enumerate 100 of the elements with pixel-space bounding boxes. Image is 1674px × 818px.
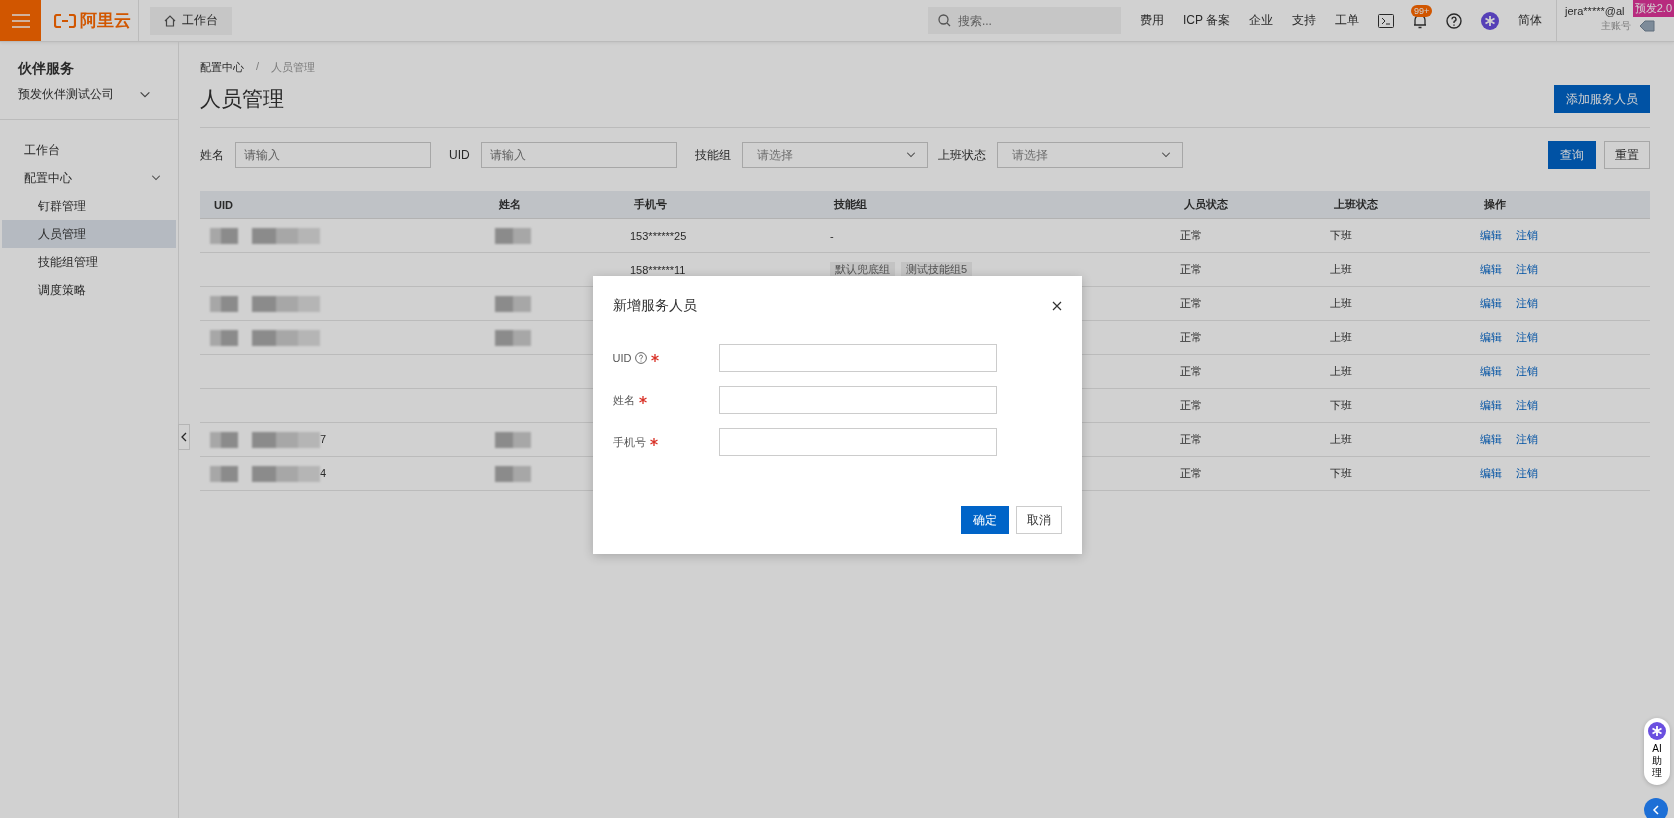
dialog-title: 新增服务人员: [612, 297, 697, 315]
nav-link[interactable]: 支持: [1292, 12, 1316, 29]
action-link[interactable]: 编辑: [1480, 229, 1502, 241]
column-header: 人员状态: [1170, 191, 1320, 219]
table-cell: 上班: [1330, 365, 1352, 377]
home-icon: [164, 14, 176, 27]
filter-label: 上班状态: [937, 146, 986, 164]
cancel-button[interactable]: 取消: [1015, 506, 1062, 534]
assistant-icon[interactable]: [1481, 11, 1499, 30]
table-cell: -: [830, 229, 834, 242]
nav-link[interactable]: 工单: [1335, 12, 1359, 29]
field-label: 姓名: [612, 392, 635, 408]
redacted-block: [495, 295, 531, 312]
redacted-block: [495, 431, 531, 448]
table-cell: 上班: [1330, 331, 1352, 343]
company-name[interactable]: 预发伙伴测试公司: [18, 86, 114, 103]
field-label: 手机号: [612, 434, 646, 450]
search-icon: [937, 14, 951, 27]
nav-link[interactable]: 企业: [1249, 12, 1273, 29]
close-button[interactable]: [1051, 301, 1062, 311]
filter-label: 姓名: [200, 146, 224, 164]
column-header: 操作: [1470, 191, 1650, 219]
breadcrumb-link[interactable]: 配置中心: [200, 60, 244, 75]
search-field[interactable]: 搜索...: [927, 7, 1121, 34]
menu-icon: [11, 13, 30, 28]
tag-icon: [1639, 20, 1655, 32]
chevron-left-icon: [180, 432, 188, 442]
page-title: 人员管理: [200, 86, 284, 112]
filter-input[interactable]: 请输入: [235, 142, 431, 168]
query-button[interactable]: 查询: [1548, 141, 1596, 169]
nav-link[interactable]: ICP 备案: [1182, 12, 1230, 29]
action-link[interactable]: 编辑: [1480, 467, 1502, 479]
column-header: 手机号: [620, 191, 820, 219]
action-link[interactable]: 注销: [1516, 399, 1538, 411]
column-header: 技能组: [820, 191, 1170, 219]
sidebar-title: 伙伴服务: [18, 60, 75, 78]
terminal-icon[interactable]: [1378, 13, 1394, 28]
home-tab[interactable]: 工作台: [150, 6, 232, 35]
table-cell: 上班: [1330, 433, 1352, 445]
table-cell: 正常: [1180, 263, 1202, 275]
table-cell: 正常: [1180, 399, 1202, 411]
table-cell: 正常: [1180, 331, 1202, 343]
breadcrumb-link[interactable]: 人员管理: [271, 60, 316, 75]
confirm-button[interactable]: 确定: [960, 506, 1009, 534]
action-link[interactable]: 编辑: [1480, 365, 1502, 377]
input-field[interactable]: [718, 386, 997, 414]
input-field[interactable]: [718, 344, 997, 372]
table-cell: 下班: [1330, 399, 1352, 411]
redacted-block: [495, 227, 531, 244]
action-link[interactable]: 注销: [1516, 365, 1538, 377]
table-cell: 158******11: [630, 263, 686, 276]
sidebar-item[interactable]: 工作台: [2, 136, 176, 164]
table-cell: 下班: [1330, 467, 1352, 479]
filter-select[interactable]: 请选择: [996, 142, 1183, 168]
action-link[interactable]: 编辑: [1480, 297, 1502, 309]
assistant-button[interactable]: AI助理: [1644, 718, 1670, 785]
action-link[interactable]: 编辑: [1480, 399, 1502, 411]
account-role: 主账号: [1601, 19, 1631, 33]
column-header: 上班状态: [1320, 191, 1470, 219]
action-link[interactable]: 编辑: [1480, 433, 1502, 445]
sidebar-item[interactable]: 调度策略: [2, 276, 176, 304]
sidebar-item[interactable]: 技能组管理: [2, 248, 176, 276]
sidebar-item[interactable]: 配置中心: [2, 164, 176, 192]
action-link[interactable]: 注销: [1516, 229, 1538, 241]
action-link[interactable]: 注销: [1516, 331, 1538, 343]
sidebar-item[interactable]: 钉群管理: [2, 192, 176, 220]
table-cell: 正常: [1180, 433, 1202, 445]
table-cell: 下班: [1330, 229, 1352, 241]
action-link[interactable]: 注销: [1516, 297, 1538, 309]
action-link[interactable]: 注销: [1516, 433, 1538, 445]
logo-icon: [54, 13, 76, 28]
redacted-block: [495, 465, 531, 482]
action-link[interactable]: 注销: [1516, 263, 1538, 275]
reset-button[interactable]: 重置: [1604, 141, 1650, 169]
help-icon[interactable]: [1446, 12, 1462, 29]
column-header: 姓名: [485, 191, 620, 219]
action-link[interactable]: 注销: [1516, 467, 1538, 479]
table-cell: 正常: [1180, 297, 1202, 309]
table-cell: 4: [320, 466, 327, 479]
close-icon: [1051, 301, 1062, 311]
input-field[interactable]: [718, 428, 997, 456]
table-cell: 正常: [1180, 467, 1202, 479]
table-cell: 上班: [1330, 297, 1352, 309]
collapse-button[interactable]: [178, 424, 190, 450]
environment-badge: 预发2.0: [1632, 0, 1674, 17]
action-link[interactable]: 编辑: [1480, 263, 1502, 275]
action-link[interactable]: 编辑: [1480, 331, 1502, 343]
account-name[interactable]: jera*****@al: [1565, 5, 1625, 17]
breadcrumb-separator: /: [256, 60, 260, 74]
language-link[interactable]: 简体: [1518, 12, 1542, 29]
table-cell: 上班: [1330, 263, 1352, 275]
sidebar-item[interactable]: 人员管理: [2, 220, 176, 248]
skill-tag: 默认兜底组: [830, 262, 895, 276]
filter-select[interactable]: 请选择: [741, 142, 928, 168]
add-staff-button[interactable]: 添加服务人员: [1554, 85, 1650, 113]
nav-link[interactable]: 费用: [1139, 12, 1164, 29]
brand-name: 阿里云: [80, 10, 131, 32]
notification-badge: 99+: [1411, 4, 1433, 17]
field-label: UID: [612, 352, 632, 364]
filter-input[interactable]: 请输入: [480, 142, 677, 168]
